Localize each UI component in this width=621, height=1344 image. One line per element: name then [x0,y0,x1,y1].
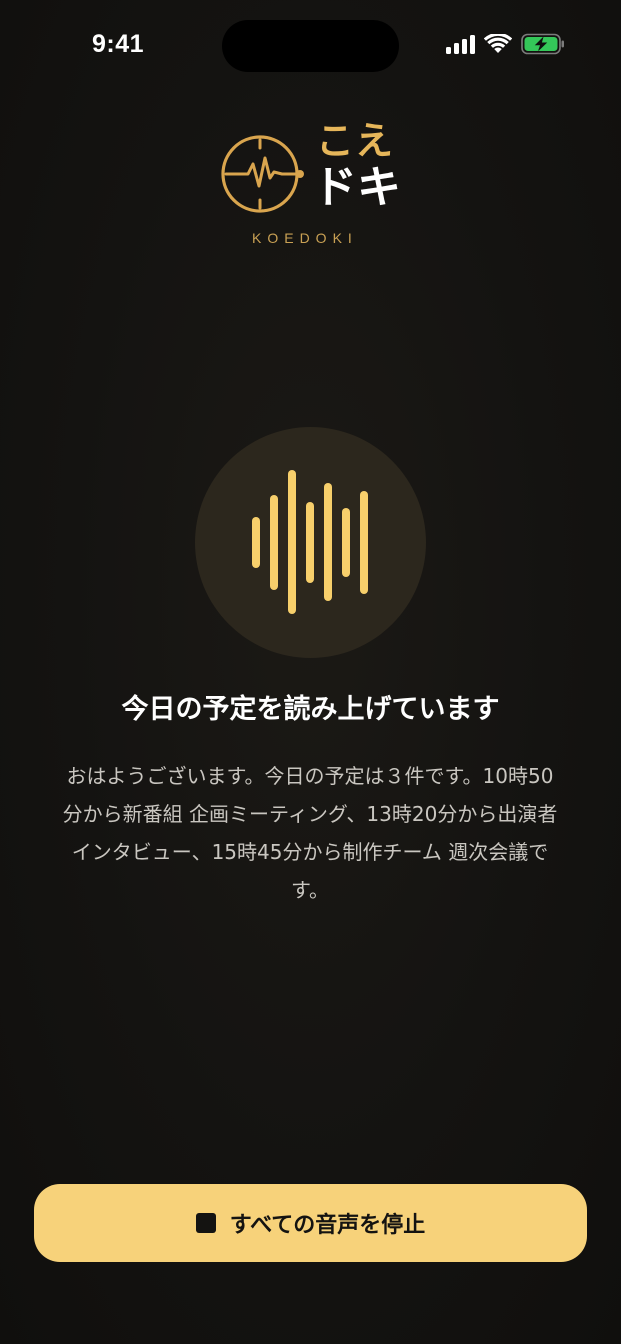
status-bar: 9:41 [0,0,621,92]
status-time: 9:41 [92,30,145,58]
reading-title: 今日の予定を読み上げています [121,694,500,725]
battery-charging-icon [521,33,565,55]
logo-text-koe: こえ [316,119,395,163]
voice-playing-indicator [195,427,426,658]
reading-body: おはようございます。今日の予定は３件です。10時50分から新番組 企画ミーティン… [62,764,558,902]
stop-button-label: すべての音声を停止 [229,1213,426,1238]
wifi-icon [484,34,512,54]
stop-all-audio-button[interactable]: すべての音声を停止 [34,1184,587,1262]
signal-icon [446,34,475,54]
stop-icon [195,1213,216,1233]
screen: 9:41 こえ ドキ KOEDOKI 今日の予定を読み上げています おはようござ… [0,0,621,1344]
logo-text-english: KOEDOKI [252,230,358,246]
app-logo: こえ ドキ KOEDOKI [220,122,410,248]
dynamic-island [222,20,399,72]
sound-wave-icon [252,470,368,614]
heartbeat-clock-icon [220,134,306,224]
status-icons [446,33,565,55]
logo-text-doki: ドキ [313,162,401,213]
